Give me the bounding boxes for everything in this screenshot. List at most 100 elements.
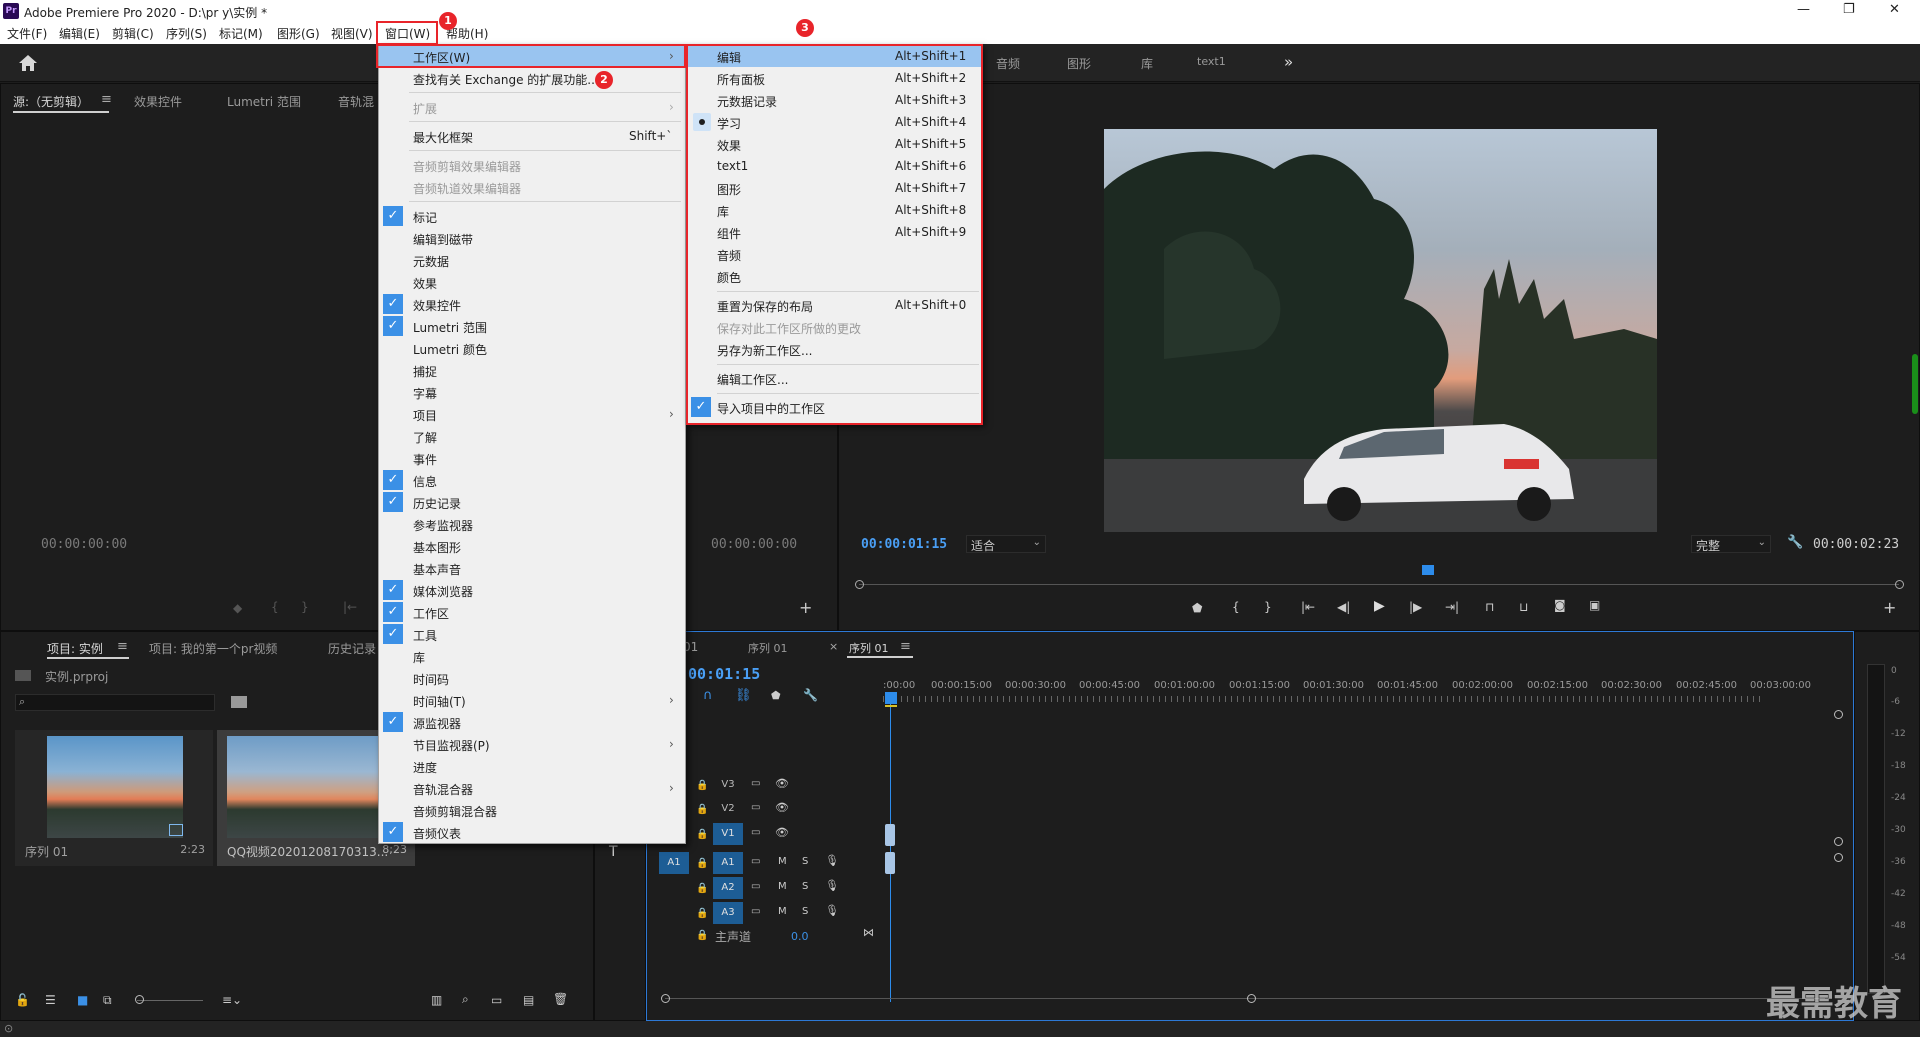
menu-item-timelines[interactable]: 时间轴(T) › [379,689,685,711]
track-lock-icon[interactable]: 🔒 [696,858,708,869]
audio-clip[interactable] [885,852,895,874]
menu-item-effects[interactable]: 效果 [379,271,685,293]
track-v3[interactable]: V3 [713,774,743,796]
minimize-button[interactable]: — [1797,2,1810,17]
tab-effect-controls[interactable]: 效果控件 [134,93,182,110]
master-volume-value[interactable]: 0.0 [791,930,809,943]
playhead-marker[interactable] [1422,565,1434,575]
bracket-in-icon[interactable]: { [271,600,279,614]
mark-in-icon[interactable]: ◆ [233,601,242,615]
extract-icon[interactable]: ⊔ [1519,600,1528,614]
menu-item-edit-to-tape[interactable]: 编辑到磁带 [379,227,685,249]
add-marker-icon[interactable]: ⬟ [771,689,781,702]
scrubber-start-handle[interactable] [855,580,864,589]
menu-item-events[interactable]: 事件 [379,447,685,469]
track-output-icon[interactable]: ▭ [751,778,760,789]
track-lock-icon[interactable]: 🔒 [696,804,708,815]
scrubber-end-handle[interactable] [1895,580,1904,589]
scrollbar-mid-handle[interactable] [1247,994,1256,1003]
eye-icon[interactable]: 👁 [775,826,789,839]
menu-edit[interactable]: 编辑(E) [59,25,100,42]
track-lock-icon[interactable]: 🔒 [696,780,708,791]
master-end-icon[interactable]: ⋈ [863,926,874,939]
menu-item-markers[interactable]: ✓ 标记 [379,205,685,227]
menu-item-essential-graphics[interactable]: 基本图形 [379,535,685,557]
tab-project-current[interactable]: 项目: 实例 [47,640,103,657]
play-icon[interactable]: ▶ [1374,598,1385,614]
mark-out-icon[interactable]: } [1264,600,1272,614]
zoom-slider[interactable] [137,1000,203,1001]
menu-item-tools[interactable]: ✓ 工具 [379,623,685,645]
menu-item-exchange[interactable]: 查找有关 Exchange 的扩展功能... [379,67,685,89]
menu-item-capture[interactable]: 捕捉 [379,359,685,381]
timeline-tab-sequence[interactable]: 序列 01 [748,640,788,656]
track-v1[interactable]: V1 [713,823,743,845]
menu-view[interactable]: 视图(V) [331,25,373,42]
add-button-icon[interactable]: + [1883,598,1896,617]
track-v2[interactable]: V2 [713,798,743,820]
mute-button[interactable]: M [778,856,787,867]
menu-item-learn[interactable]: 了解 [379,425,685,447]
workspace-tab-text1[interactable]: text1 [1197,55,1226,68]
tab-history[interactable]: 历史记录 [328,640,376,657]
list-view-icon[interactable]: ☰ [45,993,56,1007]
menu-item-effect-controls[interactable]: ✓ 效果控件 [379,293,685,315]
menu-item-metadata[interactable]: 元数据 [379,249,685,271]
tab-source[interactable]: 源:（无剪辑） [13,93,89,110]
mute-button[interactable]: M [778,881,787,892]
menu-item-history[interactable]: ✓ 历史记录 [379,491,685,513]
freeform-view-icon[interactable]: ⧉ [103,993,112,1008]
timeline-tab-active[interactable]: 序列 01 [849,640,889,656]
menu-item-libraries[interactable]: 库 [379,645,685,667]
vertical-zoom-handle[interactable] [1834,710,1843,719]
menu-item-source-monitor[interactable]: ✓ 源监视器 [379,711,685,733]
track-output-icon[interactable]: ▭ [751,802,760,813]
track-output-icon[interactable]: ▭ [751,827,760,838]
go-to-out-icon[interactable]: ⇥| [1445,600,1459,614]
track-lock-icon[interactable]: 🔒 [696,829,708,840]
tab-menu-icon[interactable]: ≡ [900,639,911,654]
menu-item-audio-meters[interactable]: ✓ 音频仪表 [379,821,685,843]
track-lock-icon[interactable]: 🔒 [696,883,708,894]
solo-button[interactable]: S [802,856,808,867]
program-timecode-current[interactable]: 00:00:01:15 [861,537,947,552]
scrollbar-left-handle[interactable] [661,994,670,1003]
automate-to-sequence-icon[interactable]: ▥ [431,993,442,1007]
new-bin-icon[interactable]: ▭ [491,993,502,1007]
find-icon[interactable]: ⌕ [462,992,469,1007]
vertical-zoom-handle[interactable] [1834,837,1843,846]
type-tool-icon[interactable]: T [609,844,618,860]
go-to-in-icon[interactable]: |← [343,600,357,614]
track-output-icon[interactable]: ▭ [751,881,760,892]
zoom-slider-handle[interactable] [135,995,144,1004]
new-bin-from-search-icon[interactable] [231,696,247,708]
snap-icon[interactable]: ∩ [703,688,713,703]
menu-item-reference-monitor[interactable]: 参考监视器 [379,513,685,535]
workspace-tab-graphics[interactable]: 图形 [1067,55,1091,72]
solo-button[interactable]: S [802,881,808,892]
lock-icon[interactable]: 🔓 [15,993,30,1007]
tab-audio-mixer[interactable]: 音轨混 [338,93,374,110]
go-to-in-icon[interactable]: |⇤ [1301,600,1315,614]
eye-icon[interactable]: 👁 [775,777,789,790]
menu-file[interactable]: 文件(F) [7,25,47,42]
menu-item-captions[interactable]: 字幕 [379,381,685,403]
tab-lumetri-scopes[interactable]: Lumetri 范围 [227,93,301,110]
tab-menu-icon[interactable]: ≡ [101,92,112,107]
source-timecode[interactable]: 00:00:00:00 [41,537,127,552]
menu-item-audio-clip-mixer[interactable]: 音频剪辑混合器 [379,799,685,821]
close-tab-icon[interactable]: × [829,640,838,653]
step-forward-icon[interactable]: |▶ [1409,600,1422,614]
menu-item-lumetri-color[interactable]: Lumetri 颜色 [379,337,685,359]
timeline-timecode[interactable]: 00:01:15 [688,665,760,683]
menu-marker[interactable]: 标记(M) [219,25,263,42]
close-button[interactable]: ✕ [1889,2,1900,17]
mark-in-icon[interactable]: { [1232,600,1240,614]
solo-button[interactable]: S [802,906,808,917]
microphone-icon[interactable]: 🎙 [825,904,839,917]
quality-select[interactable]: 完整 ⌄ [1691,535,1771,553]
new-item-icon[interactable]: ▤ [523,993,534,1007]
menu-item-program-monitor[interactable]: 节目监视器(P) › [379,733,685,755]
home-icon[interactable] [18,54,38,72]
track-output-icon[interactable]: ▭ [751,856,760,867]
